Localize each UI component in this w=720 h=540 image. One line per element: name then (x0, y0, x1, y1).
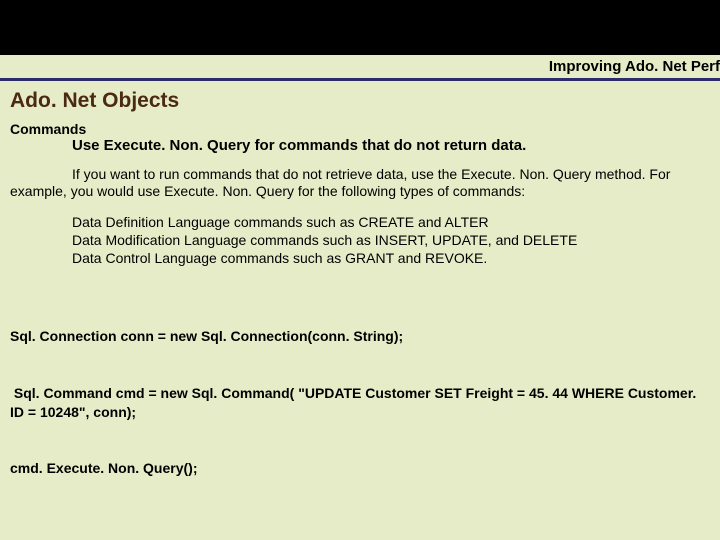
code-block: Sql. Connection conn = new Sql. Connecti… (10, 289, 710, 516)
code-line: Sql. Connection conn = new Sql. Connecti… (10, 327, 710, 346)
top-black-bar (0, 0, 720, 55)
bullet-list: Data Definition Language commands such a… (72, 213, 710, 268)
bullet-item: Data Modification Language commands such… (72, 231, 690, 249)
header-row: Improving Ado. Net Perf (0, 55, 720, 81)
code-line: cmd. Execute. Non. Query(); (10, 459, 710, 478)
slide: Improving Ado. Net Perf Ado. Net Objects… (0, 0, 720, 540)
section-subheading: Use Execute. Non. Query for commands tha… (72, 137, 710, 156)
section-heading: Commands (10, 121, 710, 137)
bullet-item: Data Control Language commands such as G… (72, 249, 690, 267)
breadcrumb: Improving Ado. Net Perf (549, 58, 720, 75)
content-area: Ado. Net Objects Commands Use Execute. N… (0, 81, 720, 516)
paragraph-text: If you want to run commands that do not … (10, 166, 670, 200)
code-line: Sql. Command cmd = new Sql. Command( "UP… (10, 384, 710, 422)
paragraph: If you want to run commands that do not … (10, 166, 706, 201)
bullet-item: Data Definition Language commands such a… (72, 213, 690, 231)
page-title: Ado. Net Objects (10, 89, 710, 113)
